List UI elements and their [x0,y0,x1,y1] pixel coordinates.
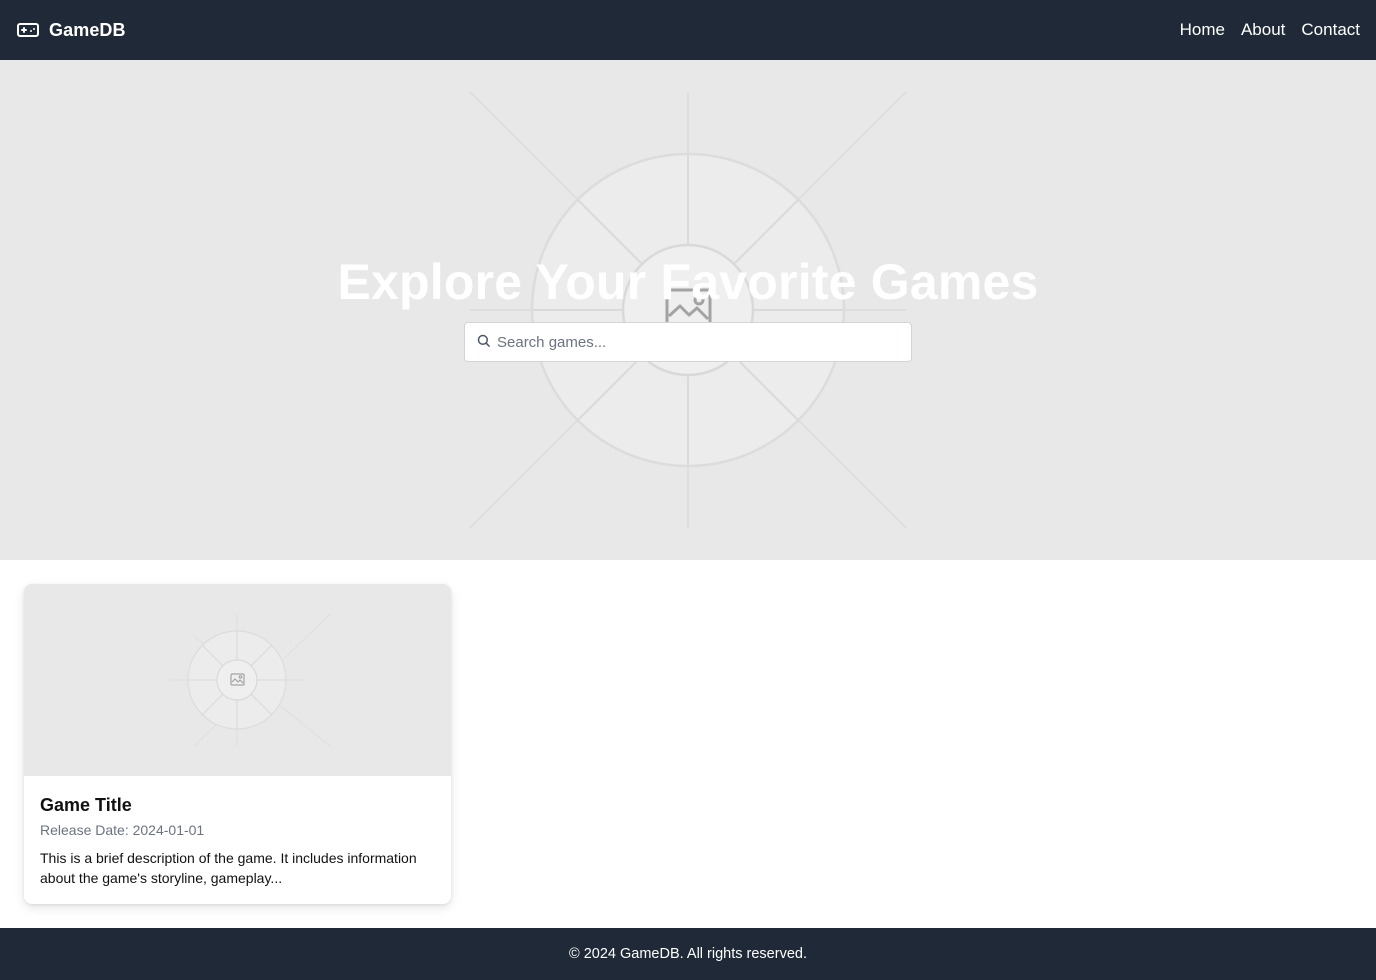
search-icon [475,332,491,348]
footer: © 2024 GameDB. All rights reserved. [0,928,1376,980]
search-input[interactable] [497,323,911,361]
brand-name: GameDB [49,19,126,40]
navbar: GameDB Home About Contact [0,0,1376,60]
footer-copyright: © 2024 GameDB. All rights reserved. [569,946,807,962]
nav-link-contact[interactable]: Contact [1301,20,1360,40]
image-placeholder-icon [169,613,331,747]
game-card-image [24,584,451,776]
game-card-body: Game Title Release Date: 2024-01-01 This… [40,792,435,888]
gamepad-icon [16,18,40,42]
game-description: This is a brief description of the game.… [40,850,417,886]
hero-section: Explore Your Favorite Games [0,60,1376,560]
game-title: Game Title [40,795,132,815]
search-box [464,322,912,362]
nav-link-about[interactable]: About [1241,20,1285,40]
brand-link[interactable]: GameDB [16,18,126,42]
game-card[interactable]: Game Title Release Date: 2024-01-01 This… [24,584,451,904]
game-release-date: Release Date: 2024-01-01 [40,822,205,838]
nav-link-home[interactable]: Home [1180,20,1225,40]
nav-links: Home About Contact [1180,20,1360,40]
hero-title: Explore Your Favorite Games [337,254,1039,310]
